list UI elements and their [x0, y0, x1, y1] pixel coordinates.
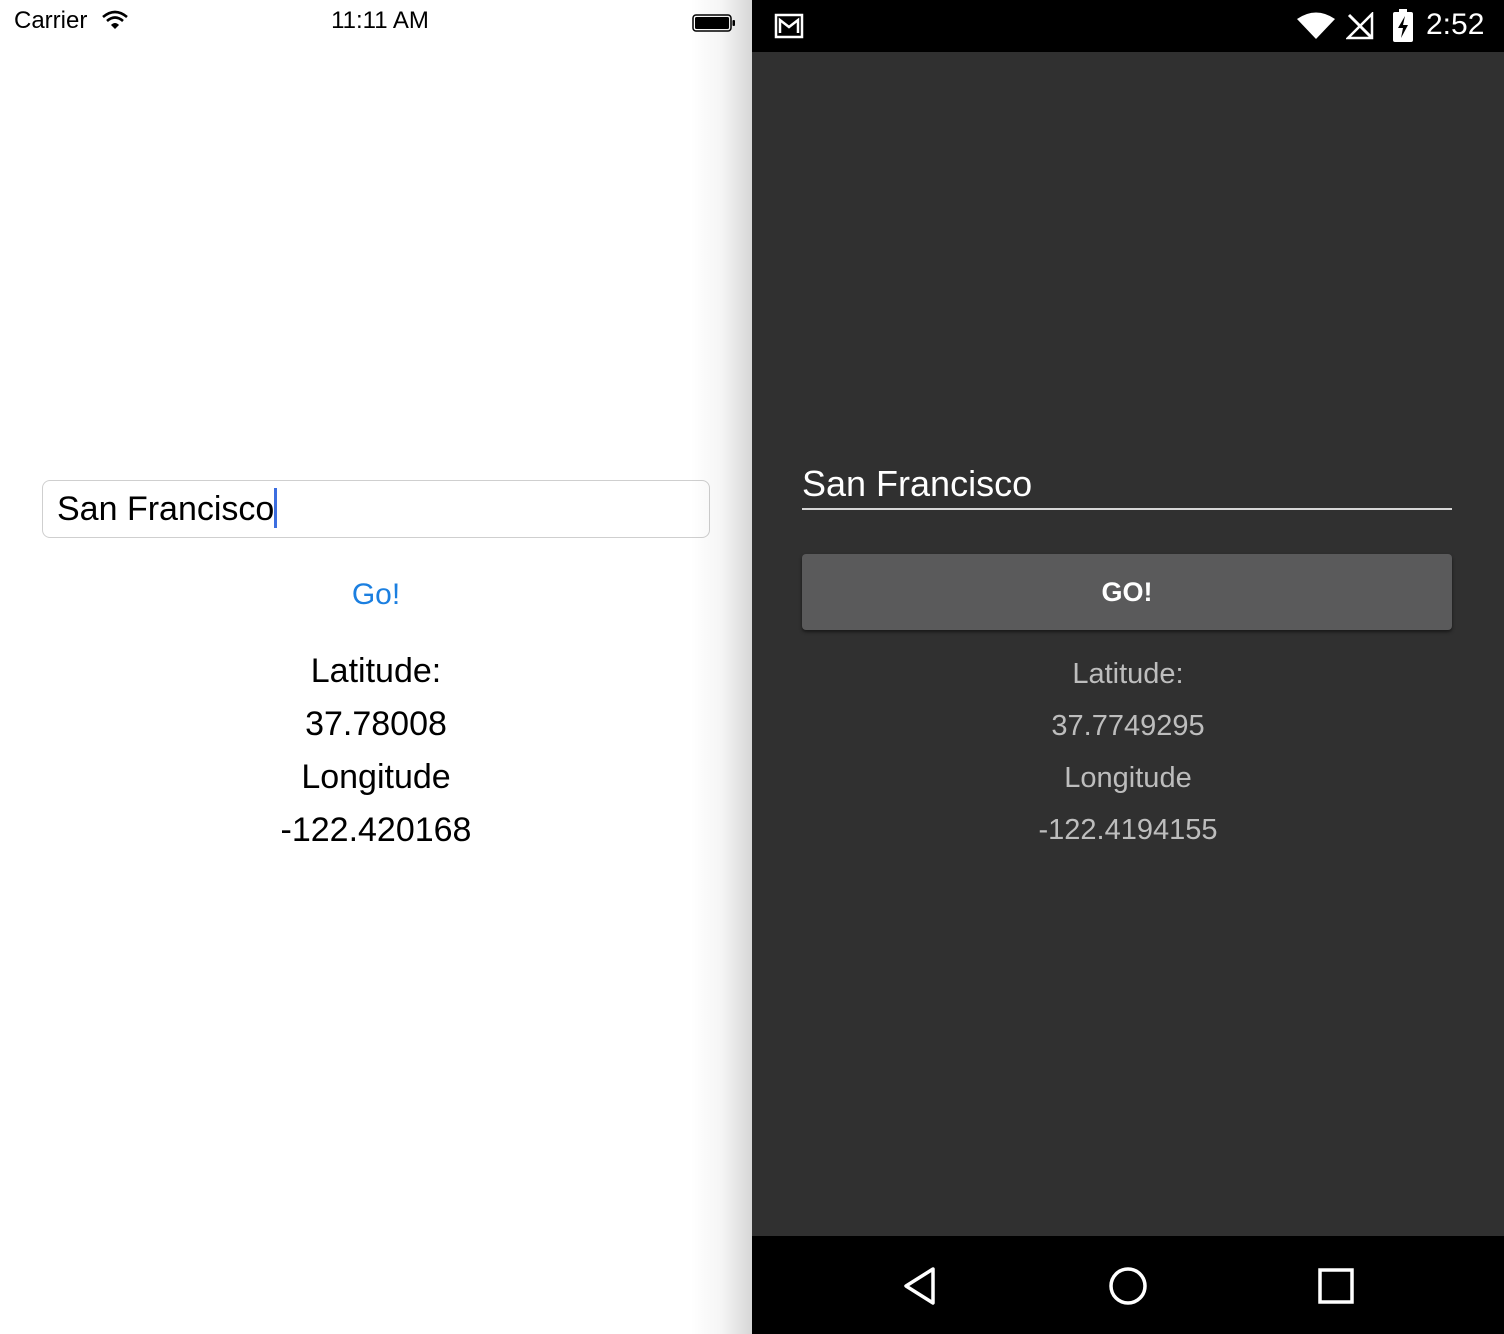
ios-status-bar: Carrier 11:11 AM — [0, 0, 752, 40]
mail-icon — [774, 12, 806, 40]
back-icon[interactable] — [898, 1264, 942, 1308]
ios-screen: Carrier 11:11 AM San Francisco Go! Latit… — [0, 0, 752, 1334]
city-input[interactable]: San Francisco — [802, 458, 1452, 510]
go-button[interactable]: Go! — [0, 578, 752, 612]
go-button[interactable]: GO! — [802, 554, 1452, 630]
android-nav-bar — [752, 1236, 1504, 1334]
home-icon[interactable] — [1106, 1264, 1150, 1308]
city-input[interactable]: San Francisco — [42, 480, 710, 538]
longitude-value: -122.420168 — [280, 811, 472, 849]
longitude-label: Longitude — [301, 758, 451, 796]
wifi-icon — [1296, 12, 1336, 40]
android-status-bar: 2:52 — [752, 0, 1504, 52]
longitude-value: -122.4194155 — [1038, 814, 1218, 846]
status-time: 2:52 — [1426, 8, 1485, 41]
panel-divider-shadow — [690, 0, 752, 1334]
android-screen: 2:52 San Francisco GO! Latitude: 37.7749… — [752, 0, 1504, 1334]
battery-charging-icon — [1392, 9, 1414, 43]
text-caret — [274, 488, 278, 529]
status-time: 11:11 AM — [331, 7, 429, 34]
recents-icon[interactable] — [1314, 1264, 1358, 1308]
latitude-value: 37.7749295 — [1051, 710, 1205, 742]
no-signal-icon — [1344, 10, 1374, 40]
longitude-label: Longitude — [1064, 762, 1192, 794]
latitude-label: Latitude: — [310, 652, 442, 690]
latitude-label: Latitude: — [1072, 658, 1184, 690]
latitude-value: 37.78008 — [305, 705, 447, 743]
city-input-value: San Francisco — [57, 490, 275, 528]
